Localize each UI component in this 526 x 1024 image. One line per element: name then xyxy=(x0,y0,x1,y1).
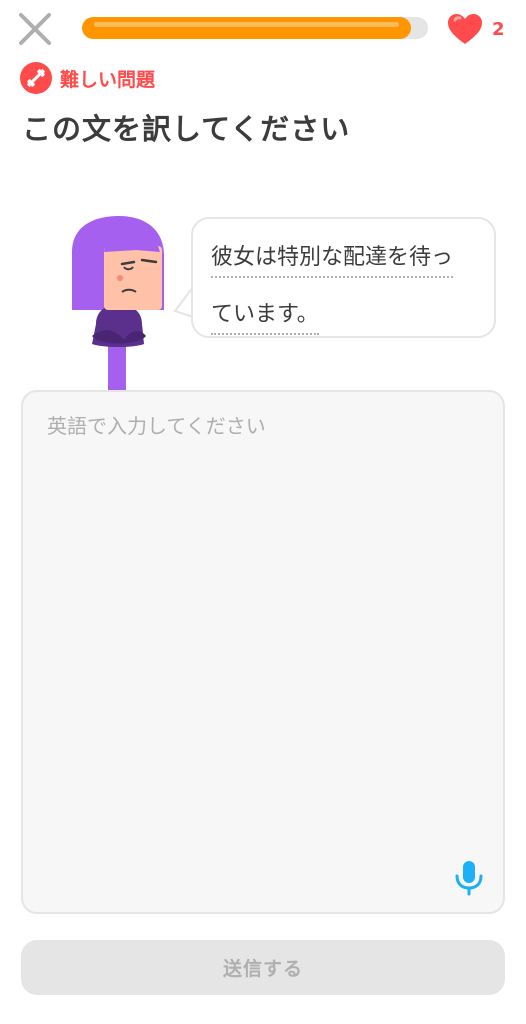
character-lily xyxy=(64,212,174,392)
hearts-count: 2 xyxy=(492,18,505,40)
heart-icon xyxy=(448,14,482,44)
prompt-sentence-line-2[interactable]: ています。 xyxy=(211,297,319,335)
hard-challenge-label: 難しい問題 xyxy=(60,68,156,91)
page-title: この文を訳してください xyxy=(22,112,351,146)
microphone-button[interactable] xyxy=(452,860,486,896)
prompt-speech-bubble: 彼女は特別な配達を待っ ています。 xyxy=(191,217,496,338)
submit-button[interactable]: 送信する xyxy=(21,940,505,995)
dumbbell-icon xyxy=(20,62,52,94)
lesson-screen: 2 難しい問題 この文を訳してください 彼女は特別な配達を待っ ています。 英語… xyxy=(0,0,526,1024)
close-button[interactable] xyxy=(14,8,56,50)
prompt-sentence-line-1[interactable]: 彼女は特別な配達を待っ xyxy=(211,240,454,278)
lesson-progress-bar xyxy=(82,17,428,39)
lesson-progress-fill xyxy=(82,17,411,39)
close-icon xyxy=(19,13,51,45)
hearts-counter[interactable]: 2 xyxy=(446,10,505,48)
hard-challenge-badge: 難しい問題 xyxy=(20,62,155,94)
microphone-icon xyxy=(455,861,483,896)
answer-input[interactable] xyxy=(21,390,505,914)
